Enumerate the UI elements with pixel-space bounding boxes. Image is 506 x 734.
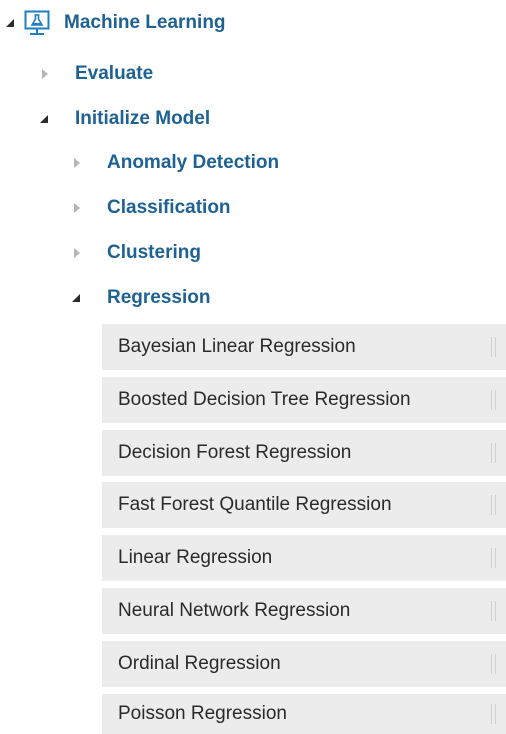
tree-label-clustering: Clustering: [107, 242, 201, 263]
drag-handle-icon[interactable]: [491, 654, 496, 674]
expanded-arrow-icon[interactable]: [6, 19, 14, 27]
module-item-fast-forest-quantile-regression[interactable]: Fast Forest Quantile Regression: [102, 482, 506, 528]
module-tree: Machine Learning Evaluate Initialize Mod…: [0, 0, 506, 734]
drag-handle-icon[interactable]: [491, 443, 496, 463]
tree-label-machine-learning: Machine Learning: [64, 12, 226, 33]
module-item-poisson-regression[interactable]: Poisson Regression: [102, 694, 506, 734]
drag-handle-icon[interactable]: [491, 390, 496, 410]
collapsed-arrow-icon[interactable]: [74, 203, 80, 213]
module-label: Fast Forest Quantile Regression: [118, 494, 392, 515]
module-item-ordinal-regression[interactable]: Ordinal Regression: [102, 641, 506, 687]
module-label: Ordinal Regression: [118, 653, 281, 674]
flask-monitor-icon: [24, 10, 50, 35]
drag-handle-icon[interactable]: [491, 601, 496, 621]
module-label: Bayesian Linear Regression: [118, 336, 356, 357]
collapsed-arrow-icon[interactable]: [74, 248, 80, 258]
module-label: Linear Regression: [118, 547, 273, 568]
module-item-linear-regression[interactable]: Linear Regression: [102, 535, 506, 581]
module-item-decision-forest-regression[interactable]: Decision Forest Regression: [102, 430, 506, 476]
collapsed-arrow-icon[interactable]: [74, 158, 80, 168]
drag-handle-icon[interactable]: [491, 337, 496, 357]
module-label: Poisson Regression: [118, 703, 287, 724]
module-item-boosted-decision-tree-regression[interactable]: Boosted Decision Tree Regression: [102, 377, 506, 423]
expanded-arrow-icon[interactable]: [40, 115, 48, 123]
tree-node-machine-learning[interactable]: Machine Learning: [6, 6, 226, 40]
module-label: Neural Network Regression: [118, 600, 351, 621]
tree-label-classification: Classification: [107, 197, 231, 218]
drag-handle-icon[interactable]: [491, 704, 496, 724]
collapsed-arrow-icon[interactable]: [42, 69, 48, 79]
tree-node-classification[interactable]: Classification: [74, 193, 231, 223]
tree-node-initialize-model[interactable]: Initialize Model: [40, 104, 210, 134]
tree-node-evaluate[interactable]: Evaluate: [42, 59, 153, 89]
module-label: Boosted Decision Tree Regression: [118, 389, 411, 410]
module-item-neural-network-regression[interactable]: Neural Network Regression: [102, 588, 506, 634]
expanded-arrow-icon[interactable]: [72, 294, 80, 302]
tree-label-evaluate: Evaluate: [75, 63, 154, 84]
module-label: Decision Forest Regression: [118, 442, 352, 463]
tree-label-regression: Regression: [107, 287, 211, 308]
module-item-bayesian-linear-regression[interactable]: Bayesian Linear Regression: [102, 324, 506, 370]
tree-label-anomaly-detection: Anomaly Detection: [107, 152, 280, 173]
tree-node-clustering[interactable]: Clustering: [74, 238, 201, 268]
tree-label-initialize-model: Initialize Model: [75, 108, 211, 129]
drag-handle-icon[interactable]: [491, 495, 496, 515]
drag-handle-icon[interactable]: [491, 548, 496, 568]
tree-node-regression[interactable]: Regression: [72, 283, 210, 313]
tree-node-anomaly-detection[interactable]: Anomaly Detection: [74, 148, 279, 178]
